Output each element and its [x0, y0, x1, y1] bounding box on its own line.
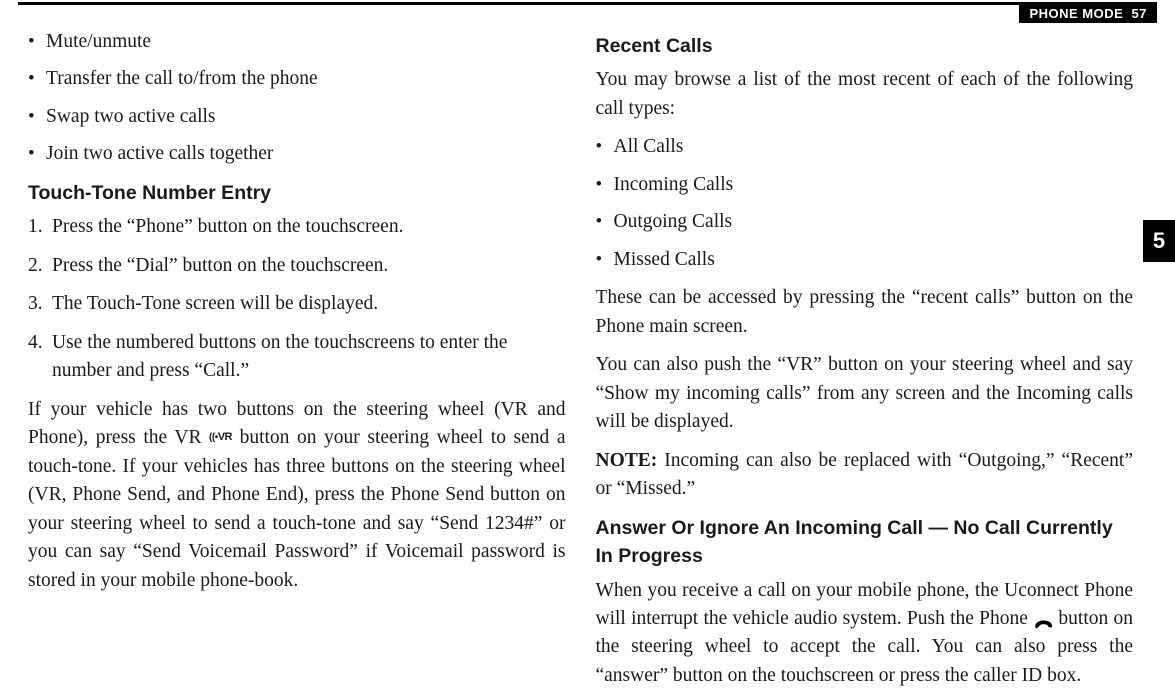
vr-instruction: You can also push the “VR” button on you…: [596, 351, 1134, 436]
section-title: PHONE MODE: [1029, 6, 1123, 21]
feature-list: Mute/unmute Transfer the call to/from th…: [28, 28, 566, 169]
heading-touchtone: Touch-Tone Number Entry: [28, 179, 566, 207]
step-item: 1.Press the “Phone” button on the touchs…: [28, 213, 566, 241]
header-divider: [18, 2, 1157, 5]
steps-list: 1.Press the “Phone” button on the touchs…: [28, 213, 566, 385]
note-text: Incoming can also be replaced with “Outg…: [596, 450, 1134, 499]
step-item: 3.The Touch-Tone screen will be displaye…: [28, 290, 566, 318]
list-item: Join two active calls together: [28, 140, 566, 168]
page-header: PHONE MODE 57: [1019, 4, 1157, 23]
list-item: Swap two active calls: [28, 103, 566, 131]
right-column: Recent Calls You may browse a list of th…: [596, 28, 1134, 655]
heading-answer-ignore: Answer Or Ignore An Incoming Call — No C…: [596, 514, 1134, 571]
list-item: Incoming Calls: [596, 171, 1134, 199]
list-item: Transfer the call to/from the phone: [28, 65, 566, 93]
incoming-call-paragraph: When you receive a call on your mobile p…: [596, 577, 1134, 690]
page-number: 57: [1132, 6, 1147, 21]
page-content: Mute/unmute Transfer the call to/from th…: [28, 28, 1133, 655]
chapter-number: 5: [1153, 228, 1165, 254]
note-label: NOTE:: [596, 450, 658, 471]
list-item: Missed Calls: [596, 246, 1134, 274]
step-item: 2.Press the “Dial” button on the touchsc…: [28, 252, 566, 280]
recent-calls-access: These can be accessed by pressing the “r…: [596, 284, 1134, 341]
left-column: Mute/unmute Transfer the call to/from th…: [28, 28, 566, 655]
vr-icon: VR: [209, 429, 232, 446]
vr-paragraph: If your vehicle has two buttons on the s…: [28, 396, 566, 595]
heading-recent-calls: Recent Calls: [596, 32, 1134, 60]
list-item: All Calls: [596, 133, 1134, 161]
step-item: 4.Use the numbered buttons on the touchs…: [28, 329, 566, 386]
call-types-list: All Calls Incoming Calls Outgoing Calls …: [596, 133, 1134, 274]
phone-icon: [1033, 613, 1053, 627]
recent-calls-intro: You may browse a list of the most recent…: [596, 66, 1134, 123]
chapter-tab: 5: [1143, 220, 1175, 262]
list-item: Mute/unmute: [28, 28, 566, 56]
note-paragraph: NOTE: Incoming can also be replaced with…: [596, 447, 1134, 504]
list-item: Outgoing Calls: [596, 208, 1134, 236]
